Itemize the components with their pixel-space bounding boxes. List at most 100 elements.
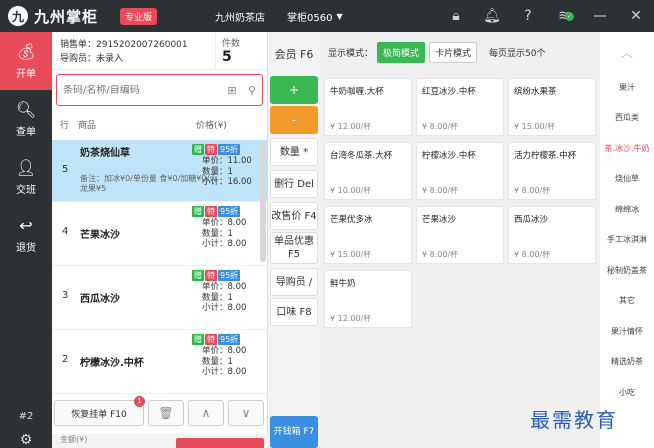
product-card[interactable]: 芒果优多冰 ¥ 15.00/杯 — [324, 206, 412, 264]
category-item[interactable]: 小吃 — [600, 377, 654, 408]
minus-button[interactable]: - — [270, 106, 318, 134]
quantity-button[interactable]: 数量 * — [270, 138, 318, 166]
station-selector[interactable]: 掌柜0560 ▼ — [287, 9, 343, 24]
nav-item-return[interactable]: ↩ 退货 — [0, 206, 52, 264]
product-price: ¥ 8.00/杯 — [422, 122, 459, 131]
product-card[interactable]: 缤纷水果茶 ¥ 15.00/杯 — [508, 78, 596, 136]
special-tag[interactable]: 特 — [205, 270, 217, 281]
plus-button[interactable]: + — [270, 76, 318, 104]
col-line: 行 — [60, 120, 70, 131]
category-item[interactable]: 茶.冰沙.牛奶 — [600, 133, 654, 164]
change-price-button[interactable]: 改售价 F4 — [270, 202, 318, 230]
open-drawer-button[interactable]: 开钱箱 F7 — [270, 416, 318, 448]
product-name: 西瓜冰沙 — [514, 215, 549, 225]
delete-row-button[interactable]: 删行 Del — [270, 170, 318, 198]
guide-button[interactable]: 导购员 / — [270, 268, 318, 296]
row-product-name: 芒果冰沙 — [80, 230, 120, 241]
gear-icon[interactable]: ⚙ — [0, 432, 52, 448]
help-icon[interactable]: ? — [510, 8, 546, 24]
order-scrollbar[interactable] — [260, 142, 266, 262]
restore-held-order-button[interactable]: 恢复挂单 F10 — [54, 400, 144, 426]
product-card[interactable]: 柠檬冰沙.中杯 ¥ 8.00/杯 — [416, 142, 504, 200]
station-name: 掌柜0560 — [287, 12, 333, 24]
category-item[interactable]: 西瓜类 — [600, 103, 654, 134]
trash-icon[interactable]: 🗑︎ — [148, 400, 184, 426]
nav-item-query[interactable]: 🔍︎ 查单 — [0, 90, 52, 148]
left-nav: 💰︎ 开单 🔍︎ 查单 👤︎ 交班 ↩ 退货 #2 ⚙ — [0, 32, 52, 448]
search-input[interactable] — [63, 84, 222, 96]
product-price: ¥ 15.00/杯 — [514, 122, 556, 131]
row-unit-price: 单价：11.00 — [202, 156, 252, 166]
row-subtotal: 小计：8.00 — [202, 303, 247, 313]
card-mode-button[interactable]: 卡片模式 — [429, 41, 478, 63]
discount-tag[interactable]: 95折 — [218, 144, 241, 155]
table-row[interactable]: 2 柠檬冰沙.中杯 赠 特 95折 单价：8.00 数量：1 小计：8.00 — [52, 330, 268, 394]
discount-tag[interactable]: 95折 — [218, 334, 241, 345]
category-item[interactable]: 烧仙草 — [600, 164, 654, 195]
row-unit-price: 单价：8.00 — [202, 218, 247, 228]
simple-mode-button[interactable]: 极简模式 — [377, 41, 426, 63]
top-bar: 九 九州掌柜 专业版 九州奶茶店 掌柜0560 ▼ 🔒︎ 🔔︎ ? ≋ ✓ — ✕ — [0, 0, 654, 32]
category-item[interactable]: 秘制奶盖茶 — [600, 255, 654, 286]
chevron-down-icon[interactable]: ∨ — [228, 400, 264, 426]
nav-label: 退货 — [16, 243, 36, 254]
lock-icon[interactable]: 🔒︎ — [438, 8, 474, 24]
product-name: 牛奶咖喱.大杯 — [330, 87, 384, 97]
category-item[interactable]: 其它 — [600, 286, 654, 317]
category-item[interactable]: 手工冰淇淋 — [600, 225, 654, 256]
nav-item-open-order[interactable]: 💰︎ 开单 — [0, 32, 52, 90]
product-card[interactable]: 鲜牛奶 ¥ 12.00/杯 — [324, 270, 412, 328]
row-line-number: 3 — [62, 290, 69, 301]
discount-tag[interactable]: 95折 — [218, 206, 241, 217]
category-item[interactable]: 绵绵冰 — [600, 194, 654, 225]
special-tag[interactable]: 特 — [205, 206, 217, 217]
row-qty: 数量：1 — [202, 292, 233, 303]
product-card[interactable]: 红豆冰沙.中杯 ¥ 8.00/杯 — [416, 78, 504, 136]
search-box[interactable]: ⊞ ⚲ — [56, 74, 263, 106]
product-card[interactable]: 活力柠檬茶.中杯 ¥ 8.00/杯 — [508, 142, 596, 200]
discount-tag[interactable]: 95折 — [218, 270, 241, 281]
row-subtotal: 小计：8.00 — [202, 367, 247, 377]
col-product: 商品 — [78, 120, 97, 131]
special-tag[interactable]: 特 — [205, 144, 217, 155]
product-card[interactable]: 台湾冬瓜茶.大杯 ¥ 10.00/杯 — [324, 142, 412, 200]
held-order-badge: 1 — [134, 396, 145, 407]
gift-tag[interactable]: 赠 — [192, 206, 204, 217]
bag-icon: 💰︎ — [15, 42, 37, 61]
chevron-up-icon[interactable]: ∧ — [188, 400, 224, 426]
category-item[interactable]: 果汁情怀 — [600, 316, 654, 347]
table-row[interactable]: 3 西瓜冰沙 赠 特 95折 单价：8.00 数量：1 小计：8.00 — [52, 266, 268, 330]
gift-tag[interactable]: 赠 — [192, 270, 204, 281]
checkout-button[interactable] — [176, 438, 264, 448]
category-column: ︿ 果汁 西瓜类 茶.冰沙.牛奶 烧仙草 绵绵冰 手工冰淇淋 秘制奶盖茶 其它 … — [600, 32, 654, 448]
product-name: 柠檬冰沙.中杯 — [422, 151, 476, 161]
single-discount-button[interactable]: 单品优惠 F5 — [270, 232, 318, 264]
product-card[interactable]: 牛奶咖喱.大杯 ¥ 12.00/杯 — [324, 78, 412, 136]
keyboard-icon[interactable]: ⊞ — [222, 84, 242, 97]
category-item[interactable]: 精选奶茶 — [600, 347, 654, 378]
chevron-up-icon[interactable]: ︿ — [600, 32, 654, 72]
table-row[interactable]: 4 芒果冰沙 赠 特 95折 单价：8.00 数量：1 小计：8.00 — [52, 202, 268, 266]
product-name: 芒果优多冰 — [330, 215, 373, 225]
bell-icon[interactable]: 🔔︎ — [474, 8, 510, 24]
member-button[interactable]: 会员 F6 — [270, 36, 318, 72]
category-item[interactable]: 果汁 — [600, 72, 654, 103]
table-row[interactable]: 奶茶烧仙草 5 备注：加冰¥0/单份量 食¥0/加糖¥0/火龙果¥5 赠 特 9… — [52, 140, 268, 202]
gift-tag[interactable]: 赠 — [192, 334, 204, 345]
close-icon[interactable]: ✕ — [618, 8, 654, 24]
nav-item-shift[interactable]: 👤︎ 交班 — [0, 148, 52, 206]
gift-tag[interactable]: 赠 — [192, 144, 204, 155]
special-tag[interactable]: 特 — [205, 334, 217, 345]
product-card[interactable]: 西瓜冰沙 ¥ 8.00/杯 — [508, 206, 596, 264]
minimize-icon[interactable]: — — [582, 8, 618, 24]
row-qty: 数量：1 — [202, 228, 233, 239]
taste-button[interactable]: 口味 F8 — [270, 298, 318, 326]
user-icon: 👤︎ — [15, 158, 37, 177]
product-name: 缤纷水果茶 — [514, 87, 557, 97]
product-card[interactable]: 芒果冰沙 ¥ 8.00/杯 — [416, 206, 504, 264]
logo-icon: 九 — [8, 6, 28, 26]
row-qty: 数量：1 — [202, 356, 233, 367]
wifi-icon[interactable]: ≋ ✓ — [546, 8, 582, 24]
row-unit-price: 单价：8.00 — [202, 282, 247, 292]
search-icon[interactable]: ⚲ — [242, 84, 262, 97]
